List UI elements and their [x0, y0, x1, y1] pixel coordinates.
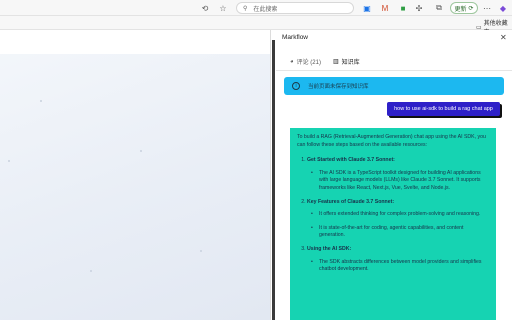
collections-icon[interactable]: ⧉: [434, 3, 444, 13]
step-bullet: It is state-of-the-art for coding, agent…: [309, 225, 489, 240]
search-input[interactable]: ⚲ 在此搜索: [236, 2, 354, 14]
answer-step: Get Started with Claude 3.7 Sonnet: The …: [307, 157, 489, 192]
search-icon: ⚲: [243, 5, 248, 12]
step-heading: Get Started with Claude 3.7 Sonnet:: [307, 157, 395, 164]
answer-step: Using the AI SDK: The SDK abstracts diff…: [307, 246, 489, 274]
tab-knowledge-base[interactable]: ▥ 知识库: [333, 57, 360, 66]
markflow-side-panel: Markflow ✕ ◕ 评论 (21) ▥ 知识库 i 当前页面未保存到知识库…: [276, 30, 512, 320]
bookmark-bar: ▭ 其他收藏夹: [0, 16, 512, 36]
info-icon: i: [292, 82, 300, 90]
web-page-content: [0, 30, 270, 320]
decorative-dot: [8, 160, 10, 162]
close-icon[interactable]: ✕: [500, 33, 507, 42]
question-text: how to use ai-sdk to build a rag chat ap…: [394, 106, 493, 112]
decorative-dot: [200, 250, 202, 252]
step-bullets: The SDK abstracts differences between mo…: [307, 259, 489, 274]
extension-green-icon[interactable]: ■: [398, 3, 408, 13]
step-bullets: The AI SDK is a TypeScript toolkit desig…: [307, 170, 489, 193]
refresh-icon: ⟳: [468, 5, 474, 12]
answer-step: Key Features of Claude 3.7 Sonnet: It of…: [307, 199, 489, 240]
step-bullets: It offers extended thinking for complex …: [307, 211, 489, 240]
gmail-extension-icon[interactable]: M: [380, 3, 390, 13]
favorite-star-icon[interactable]: ☆: [218, 3, 228, 13]
update-button[interactable]: 更新 ⟳: [450, 2, 478, 14]
decorative-dot: [90, 270, 92, 272]
panel-title: Markflow: [282, 34, 309, 41]
extensions-puzzle-icon[interactable]: ✣: [414, 3, 424, 13]
decorative-dot: [40, 100, 42, 102]
page-header-strip: [0, 30, 270, 54]
answer-intro: To build a RAG (Retrieval-Augmented Gene…: [297, 134, 486, 148]
tab-comments-label: 评论 (21): [296, 60, 321, 66]
comment-icon: ◕: [290, 58, 294, 65]
copilot-icon[interactable]: ◆: [498, 3, 508, 13]
user-question-bubble: how to use ai-sdk to build a rag chat ap…: [387, 102, 500, 116]
browser-toolbar: ⟲ ☆ ⚲ 在此搜索 ▣ M ■ ✣ ⧉ 更新 ⟳ ⋯ ◆: [0, 0, 512, 16]
tabs-divider: [276, 70, 512, 71]
step-bullet: It offers extended thinking for complex …: [309, 211, 489, 219]
more-menu-icon[interactable]: ⋯: [482, 3, 492, 13]
extension-icon[interactable]: ▣: [362, 3, 372, 13]
save-notice-banner[interactable]: i 当前页面未保存到知识库: [284, 77, 504, 95]
panel-tabs: ◕ 评论 (21) ▥ 知识库: [290, 57, 360, 67]
translate-icon[interactable]: ⟲: [200, 3, 210, 13]
step-heading: Using the AI SDK:: [307, 245, 352, 252]
assistant-answer: To build a RAG (Retrieval-Augmented Gene…: [290, 128, 496, 320]
notice-text: 当前页面未保存到知识库: [308, 84, 369, 90]
step-bullet: The SDK abstracts differences between mo…: [309, 259, 489, 274]
step-bullet: The AI SDK is a TypeScript toolkit desig…: [309, 170, 489, 193]
book-icon: ▥: [332, 59, 339, 65]
answer-steps: Get Started with Claude 3.7 Sonnet: The …: [297, 157, 489, 274]
step-heading: Key Features of Claude 3.7 Sonnet:: [307, 198, 395, 205]
tab-knowledge-base-label: 知识库: [341, 60, 360, 66]
search-placeholder: 在此搜索: [253, 6, 278, 13]
decorative-dot: [140, 150, 142, 152]
tab-comments[interactable]: ◕ 评论 (21): [290, 57, 321, 67]
scrollbar-thumb[interactable]: [272, 40, 275, 320]
update-label: 更新: [454, 6, 467, 13]
